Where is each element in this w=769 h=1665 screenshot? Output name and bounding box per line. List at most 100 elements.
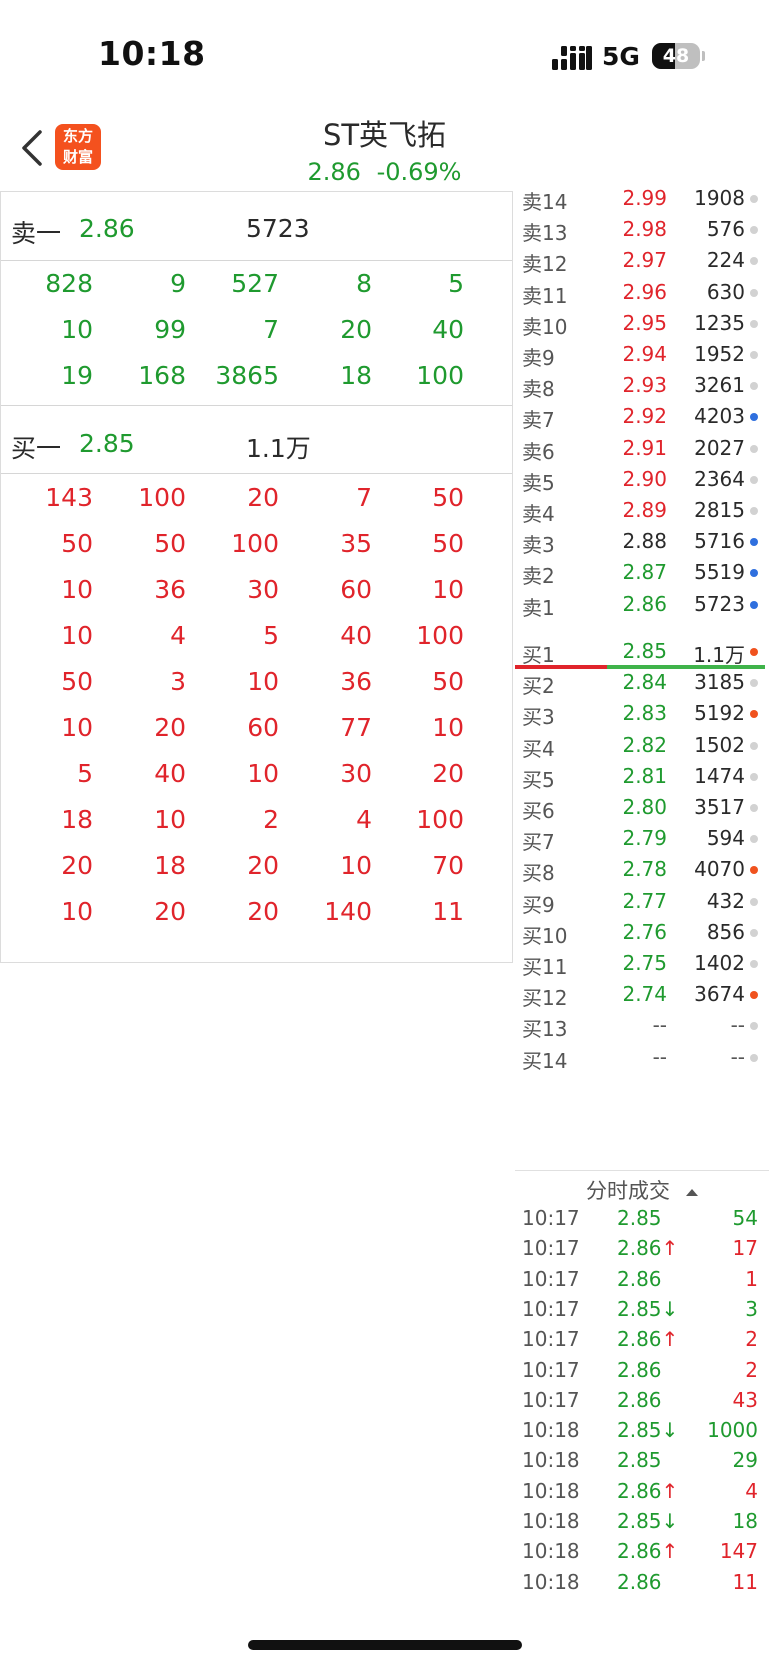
- battery-nub: [702, 51, 705, 61]
- trade-time: 10:17: [522, 1296, 580, 1321]
- queue-cell: 100: [231, 529, 279, 558]
- trade-volume: 4: [745, 1478, 758, 1503]
- level-volume: 5716: [694, 529, 745, 554]
- status-dot-icon: [750, 538, 758, 547]
- queue-cell: 7: [356, 483, 372, 512]
- level-volume: 1235: [694, 310, 745, 335]
- sell-one-volume: 5723: [246, 214, 310, 243]
- trade-price-value: 2.86: [617, 1387, 662, 1412]
- trades-title: 分时成交: [586, 1179, 670, 1203]
- queue-cell: 168: [138, 361, 186, 390]
- trade-volume: 18: [732, 1509, 758, 1533]
- trade-price: 2.86↑: [617, 1479, 678, 1503]
- queue-cell: 50: [432, 483, 464, 512]
- queue-cell: 40: [340, 621, 372, 650]
- status-dot-icon: [750, 772, 758, 781]
- battery-percent: 48: [662, 45, 690, 67]
- trade-volume: 54: [732, 1206, 758, 1230]
- trade-time: 10:18: [522, 1539, 580, 1564]
- trade-price: 2.85↓: [617, 1418, 678, 1442]
- level-volume: 2364: [694, 466, 745, 491]
- trade-price: 2.86: [617, 1358, 662, 1382]
- queue-cell: 140: [324, 897, 372, 926]
- level-label: 买1: [522, 643, 555, 667]
- queue-cell: 20: [154, 713, 186, 742]
- queue-cell: 10: [61, 621, 93, 650]
- queue-cell: 20: [61, 851, 93, 880]
- queue-cell: 50: [154, 529, 186, 558]
- queue-cell: 30: [340, 759, 372, 788]
- arrow-up-icon: ↑: [661, 1539, 679, 1564]
- trade-price-value: 2.86: [617, 1569, 662, 1594]
- bid-ask-ratio-bar: [515, 665, 765, 669]
- level-label: 卖10: [522, 314, 568, 339]
- level-label: 卖3: [522, 533, 555, 558]
- trade-price-value: 2.86: [617, 1236, 662, 1261]
- trade-price: 2.86↑: [617, 1236, 678, 1260]
- queue-cell: 3865: [215, 361, 279, 390]
- queue-cell: 60: [340, 575, 372, 604]
- trade-time: 10:18: [522, 1569, 580, 1594]
- level-volume: 3261: [694, 373, 745, 398]
- level-volume: 432: [706, 888, 745, 913]
- status-dot-icon: [750, 475, 758, 484]
- status-dot-icon: [750, 866, 758, 875]
- home-indicator[interactable]: [248, 1640, 522, 1650]
- trade-price-value: 2.85: [617, 1206, 662, 1230]
- level-label: 卖13: [522, 221, 568, 246]
- queue-cell: 5: [263, 621, 279, 650]
- trade-time: 10:17: [522, 1266, 580, 1291]
- level-label: 卖14: [522, 190, 568, 214]
- trade-price-value: 2.85: [617, 1509, 662, 1533]
- queue-cell: 2: [263, 805, 279, 834]
- level-volume: 5192: [694, 701, 745, 726]
- status-dot-icon: [750, 413, 758, 422]
- arrow-down-icon: ↓: [661, 1509, 679, 1533]
- level-label: 买13: [522, 1017, 568, 1042]
- level-label: 卖6: [522, 439, 555, 464]
- level-label: 卖8: [522, 377, 555, 402]
- trade-price-value: 2.85: [617, 1296, 662, 1321]
- level-volume: 4070: [694, 857, 745, 882]
- status-dot-icon: [750, 257, 758, 266]
- status-dot-icon: [750, 679, 758, 688]
- queue-cell: 100: [416, 805, 464, 834]
- queue-cell: 10: [432, 575, 464, 604]
- level-volume: 1474: [694, 763, 745, 788]
- level-label: 买4: [522, 736, 555, 761]
- level-label: 买10: [522, 923, 568, 948]
- trade-volume: 2: [745, 1357, 758, 1382]
- status-dot-icon: [750, 897, 758, 906]
- queue-cell: 19: [61, 361, 93, 390]
- level-label: 买2: [522, 674, 555, 699]
- level-label: 卖1: [522, 595, 555, 620]
- trade-price-value: 2.86: [617, 1539, 662, 1564]
- trade-price-value: 2.86: [617, 1266, 662, 1291]
- queue-cell: 5: [77, 759, 93, 788]
- queue-cell: 4: [170, 621, 186, 650]
- queue-cell: 36: [154, 575, 186, 604]
- level-volume: 5723: [694, 591, 745, 616]
- status-dot-icon: [750, 507, 758, 515]
- trade-price: 2.86↑: [617, 1327, 678, 1351]
- trade-volume: 3: [745, 1296, 758, 1321]
- status-dot-icon: [750, 804, 758, 812]
- trade-price: 2.86↑: [617, 1539, 678, 1563]
- level-label: 买9: [522, 892, 555, 917]
- trade-price: 2.85↓: [617, 1297, 678, 1321]
- trade-time: 10:17: [522, 1206, 580, 1230]
- queue-cell: 100: [138, 483, 186, 512]
- triangle-up-icon[interactable]: [686, 1188, 698, 1196]
- trade-volume: 43: [732, 1387, 758, 1412]
- trade-price: 2.85↓: [617, 1509, 678, 1533]
- level-label: 买7: [522, 830, 555, 855]
- level-volume: 3517: [694, 795, 745, 819]
- level-label: 卖7: [522, 408, 555, 433]
- level-volume: 856: [706, 919, 745, 944]
- trades-header[interactable]: 分时成交: [515, 1175, 769, 1205]
- level-label: 买14: [522, 1048, 568, 1073]
- queue-cell: 9: [170, 269, 186, 298]
- network-type: 5G: [602, 42, 640, 71]
- stock-price: 2.86: [307, 158, 361, 186]
- divider: [1, 405, 512, 406]
